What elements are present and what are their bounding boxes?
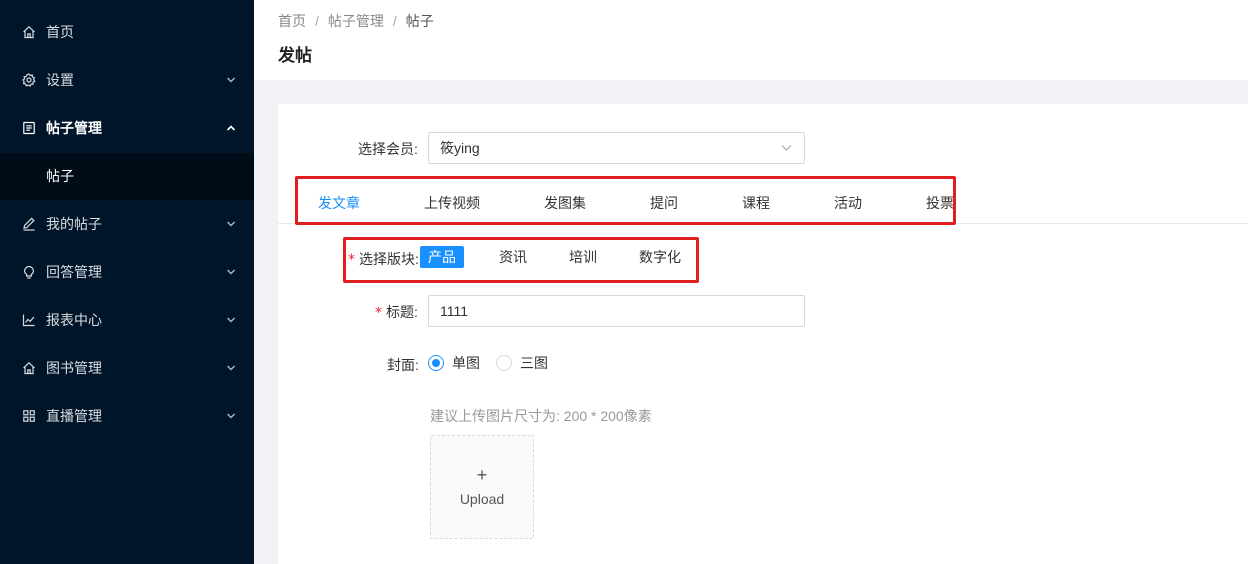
chevron-down-icon [226, 412, 236, 420]
breadcrumb-separator: / [315, 13, 319, 29]
member-select-value: 筱ying [440, 140, 480, 156]
sidebar: 首页 设置 帖子管理 帖子 我的帖子 回答管理 报表中心 图书管理 直播管理 [0, 0, 254, 564]
chevron-down-icon [226, 76, 236, 84]
line-chart-icon [22, 313, 36, 327]
sidebar-item-answer-management[interactable]: 回答管理 [0, 248, 254, 296]
cover-radio-single[interactable]: 单图 [428, 354, 480, 372]
breadcrumb-current: 帖子 [405, 13, 434, 29]
sidebar-item-label: 帖子管理 [46, 120, 102, 136]
sidebar-item-book-management[interactable]: 图书管理 [0, 344, 254, 392]
chevron-down-icon [226, 220, 236, 228]
gear-icon [22, 73, 36, 87]
sidebar-item-label: 图书管理 [46, 360, 102, 376]
sidebar-item-label: 报表中心 [46, 312, 102, 328]
sidebar-item-label: 我的帖子 [46, 216, 102, 232]
chevron-down-icon [781, 144, 792, 152]
radio-checked-icon [428, 355, 444, 371]
title-label: * 标题: [375, 302, 418, 322]
annotation-box-sections [343, 237, 699, 283]
pencil-icon [22, 217, 36, 231]
upload-label: Upload [459, 491, 505, 507]
home-icon [22, 25, 36, 39]
post-form-card: 选择会员: 筱ying 发文章 上传视频 发图集 提问 课程 活动 投票 * 选择… [278, 104, 1248, 564]
upload-size-hint: 建议上传图片尺寸为: 200 * 200像素 [430, 408, 652, 424]
sidebar-item-live-management[interactable]: 直播管理 [0, 392, 254, 440]
title-label-text: 标题: [386, 304, 418, 320]
page-title: 发帖 [278, 46, 312, 65]
annotation-box-tabs [295, 176, 956, 225]
document-icon [22, 121, 36, 135]
chevron-down-icon [226, 364, 236, 372]
sidebar-item-label: 直播管理 [46, 408, 102, 424]
sidebar-item-post-management[interactable]: 帖子管理 [0, 104, 254, 152]
sidebar-item-home[interactable]: 首页 [0, 8, 254, 56]
cover-radio-triple[interactable]: 三图 [496, 354, 548, 372]
sidebar-item-label: 回答管理 [46, 264, 102, 280]
required-mark: * [375, 305, 382, 321]
chevron-down-icon [226, 268, 236, 276]
breadcrumb-home[interactable]: 首页 [278, 11, 306, 31]
chevron-up-icon [226, 124, 236, 132]
breadcrumb-post-management[interactable]: 帖子管理 [328, 11, 384, 31]
cover-option-label: 三图 [520, 355, 548, 371]
member-label: 选择会员: [358, 141, 418, 157]
title-field[interactable] [428, 295, 805, 327]
plus-icon: + [476, 465, 488, 485]
sidebar-subitem-posts[interactable]: 帖子 [0, 153, 254, 200]
sidebar-item-settings[interactable]: 设置 [0, 56, 254, 104]
cover-option-label: 单图 [452, 355, 480, 371]
member-select[interactable]: 筱ying [428, 132, 805, 164]
chevron-down-icon [226, 316, 236, 324]
lightbulb-icon [22, 265, 36, 279]
radio-unchecked-icon [496, 355, 512, 371]
breadcrumb-separator: / [392, 13, 397, 29]
upload-button[interactable]: + Upload [430, 435, 534, 539]
title-input[interactable] [429, 296, 804, 326]
breadcrumb: 首页 / 帖子管理 / 帖子 [278, 11, 434, 31]
sidebar-item-label: 首页 [46, 24, 74, 40]
sidebar-item-label: 设置 [46, 72, 74, 88]
sidebar-item-label: 帖子 [46, 168, 74, 184]
sidebar-item-my-posts[interactable]: 我的帖子 [0, 200, 254, 248]
sidebar-item-report-center[interactable]: 报表中心 [0, 296, 254, 344]
home-icon [22, 361, 36, 375]
grid-icon [22, 409, 36, 423]
page-header: 首页 / 帖子管理 / 帖子 发帖 [254, 0, 1248, 80]
cover-label: 封面: [387, 357, 419, 373]
